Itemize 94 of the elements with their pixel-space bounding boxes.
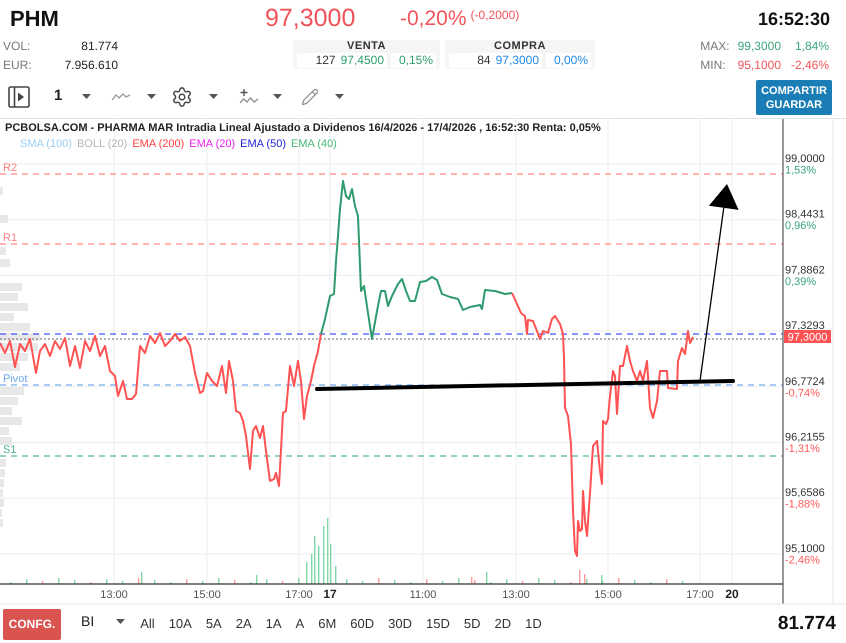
axis-change-label: 0,39%	[785, 276, 816, 288]
axis-time-label: 20	[725, 587, 739, 601]
axis-time-label: 11:00	[410, 589, 436, 601]
order-quantity: 127	[316, 53, 336, 68]
order-price: 97,3000	[496, 53, 539, 68]
price-change: (-0,2000)	[470, 9, 520, 21]
range-button[interactable]: 60D	[346, 612, 378, 636]
level-label: R2	[3, 162, 18, 174]
stat-value: 81.774	[80, 38, 118, 55]
axis-time-label: 15:00	[193, 589, 221, 601]
stat-label: MAX:	[700, 38, 730, 55]
axis-time-label: 17	[323, 587, 337, 601]
legend-item: SMA (100)	[20, 138, 72, 151]
stat-label: VOL:	[3, 38, 32, 55]
range-button[interactable]: 10A	[164, 612, 196, 636]
axis-change-label: -2,46%	[785, 554, 820, 566]
sidebar-toggle-icon	[8, 86, 30, 108]
volume-profile-bar	[0, 363, 20, 371]
axis-time-label: 15:00	[594, 589, 622, 601]
legend-item: EMA (20)	[189, 138, 236, 151]
settings-dropdown[interactable]	[171, 86, 218, 108]
axis-price-label: 96,7724	[785, 376, 825, 388]
level-label: R1	[3, 232, 18, 244]
drawing-tools-dropdown[interactable]	[301, 88, 344, 106]
plus-zigzag-icon	[239, 88, 260, 106]
quote-time: 16:52:30	[758, 10, 830, 28]
axis-price-label: 95,1000	[785, 542, 825, 555]
legend-item: EMA (50)	[240, 138, 286, 151]
range-button[interactable]: 15D	[422, 612, 454, 636]
stat-price: 99,3000	[738, 38, 781, 55]
axis-change-label: -1,31%	[785, 443, 820, 455]
axis-time-label: 13:00	[100, 589, 128, 601]
axis-change-label: -1,88%	[785, 498, 820, 511]
axis-time-label: 17:00	[686, 589, 714, 601]
caret-icon	[147, 94, 156, 99]
level-label: Pivot	[3, 373, 28, 385]
range-button[interactable]: 1A	[262, 612, 286, 636]
last-price: 97,3000	[265, 6, 356, 31]
range-button[interactable]: A	[292, 612, 308, 636]
caret-icon	[209, 94, 218, 99]
stat-price: 95,1000	[738, 57, 781, 74]
axis-time-label: 17:00	[285, 589, 313, 601]
range-button[interactable]: 5A	[202, 612, 226, 636]
axis-price-label: 97,8862	[785, 264, 825, 276]
caret-icon	[82, 94, 92, 99]
stat-percent: -2,46%	[790, 57, 829, 74]
indicators-dropdown[interactable]	[239, 88, 282, 106]
order-price: 97,4500	[340, 53, 384, 68]
stat-label: MIN:	[700, 57, 727, 74]
settings-icon	[171, 86, 194, 108]
axis-time-label: 13:00	[502, 589, 530, 601]
price-tag: 97,3000	[784, 330, 831, 344]
legend-item: EMA (200)	[132, 138, 184, 151]
axis-price-label: 96,2155	[785, 432, 825, 444]
range-button[interactable]: 2D	[490, 612, 516, 636]
order-title: COMPRA	[494, 40, 546, 52]
axis-price-label: 95,6586	[785, 487, 825, 500]
range-button[interactable]: 2A	[232, 612, 256, 636]
axis-price-label: 99,0000	[785, 153, 825, 165]
legend-item: EMA (40)	[291, 138, 337, 151]
pencil-icon	[301, 88, 320, 106]
caret-icon	[116, 618, 126, 624]
chart-title: PCBOLSA.COM - PHARMA MAR Intradia Lineal Ajustado a Dividenos 16/4/2026 - 17/4/2026 , 16:52:30 Renta: 0,05%	[5, 122, 601, 135]
range-button[interactable]: 5D	[460, 612, 484, 636]
stat-percent: 1,84%	[794, 38, 829, 55]
range-button[interactable]: All	[136, 612, 159, 636]
axis-price-label: 98,4431	[785, 208, 825, 221]
zigzag-line-icon	[111, 92, 132, 102]
count-dropdown[interactable]: 1	[54, 85, 92, 108]
legend-item: BOLL (20)	[76, 138, 128, 151]
caret-icon	[273, 94, 282, 99]
stat-value: 7.956.610	[64, 57, 118, 74]
chart-type-dropdown[interactable]	[111, 92, 156, 102]
interval-dropdown[interactable]: BI	[78, 610, 128, 632]
order-percent: 0,00%	[546, 53, 591, 68]
range-button[interactable]: 30D	[384, 612, 416, 636]
order-title: VENTA	[347, 40, 386, 52]
axis-price-label: 97,3293	[785, 320, 825, 332]
axis-change-label: 0,96%	[785, 220, 816, 232]
axis-change-label: -0,74%	[785, 387, 820, 400]
order-percent: 0,15%	[391, 53, 436, 68]
config-button[interactable]: CONFG.	[3, 608, 61, 640]
price-change-percent: -0,20%	[400, 8, 467, 29]
ticker-symbol: PHM	[10, 8, 60, 30]
level-label: S1	[3, 444, 16, 456]
stat-label: EUR:	[3, 57, 32, 74]
range-button[interactable]: 6M	[314, 612, 340, 636]
axis-change-label: 1,53%	[785, 164, 816, 176]
range-button[interactable]: 1D	[521, 612, 546, 636]
caret-icon	[335, 94, 344, 99]
order-quantity: 84	[477, 53, 491, 68]
share-save-button[interactable]: COMPARTIR GUARDAR	[756, 80, 832, 115]
sidebar-toggle-button[interactable]	[8, 86, 30, 108]
volume-total: 81.774	[778, 612, 836, 636]
